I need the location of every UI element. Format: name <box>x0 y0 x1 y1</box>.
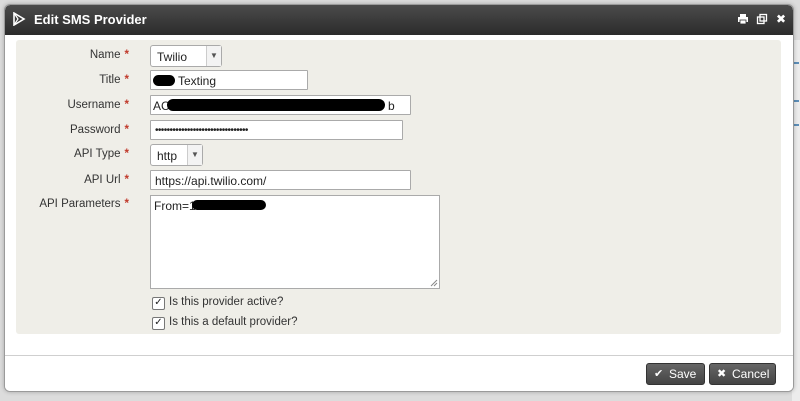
title-label: Title * <box>99 74 129 86</box>
redaction-mark <box>192 200 266 210</box>
chevron-down-icon: ▼ <box>187 145 202 165</box>
dialog-titlebar[interactable]: Edit SMS Provider ✖ <box>5 5 793 35</box>
name-select[interactable]: Twilio ▼ <box>150 45 222 67</box>
dialog-footer: ✔ Save ✖ Cancel <box>5 355 793 391</box>
api-url-row: API Url * https://api.twilio.com/ <box>16 170 781 192</box>
name-row: Name * Twilio ▼ <box>16 45 781 67</box>
restore-icon[interactable] <box>756 13 768 25</box>
name-label: Name * <box>89 49 129 61</box>
printer-icon[interactable] <box>737 13 749 25</box>
form-panel: Name * Twilio ▼ Title * Texting Username * … <box>16 40 781 334</box>
password-row: Password * ••••••••••••••••••••••••••••••… <box>16 120 781 142</box>
checkmark-icon: ✔ <box>654 368 664 380</box>
username-row: Username * AC b <box>16 95 781 117</box>
close-icon[interactable]: ✖ <box>775 13 787 25</box>
api-parameters-label: API Parameters * <box>39 198 129 210</box>
password-field[interactable]: •••••••••••••••••••••••••••••••• <box>150 120 403 140</box>
api-url-label: API Url * <box>84 174 129 186</box>
username-field[interactable]: AC b <box>150 95 411 115</box>
api-type-select[interactable]: http ▼ <box>150 144 203 166</box>
password-label: Password * <box>70 124 129 136</box>
close-icon: ✖ <box>717 368 727 380</box>
api-type-label: API Type * <box>74 148 129 160</box>
redaction-mark <box>153 75 175 86</box>
dialog-logo-icon <box>13 12 26 26</box>
save-button[interactable]: ✔ Save <box>646 363 705 385</box>
cancel-button[interactable]: ✖ Cancel <box>709 363 776 385</box>
title-row: Title * Texting <box>16 70 781 92</box>
username-label: Username * <box>67 99 129 111</box>
redaction-mark <box>167 99 385 111</box>
dialog-title: Edit SMS Provider <box>34 12 147 27</box>
edit-sms-provider-dialog: Edit SMS Provider ✖ Name * Twilio ▼ Title… <box>4 4 794 392</box>
chevron-down-icon: ▼ <box>206 46 221 66</box>
api-type-row: API Type * http ▼ <box>16 144 781 166</box>
title-field[interactable]: Texting <box>150 70 308 90</box>
checkbox-checked-icon[interactable]: ✓ <box>152 297 165 310</box>
api-url-field[interactable]: https://api.twilio.com/ <box>150 170 411 190</box>
api-parameters-textarea[interactable]: From=1 <box>150 195 440 289</box>
resize-grip-icon[interactable] <box>430 279 438 287</box>
checkbox-checked-icon[interactable]: ✓ <box>152 317 165 330</box>
